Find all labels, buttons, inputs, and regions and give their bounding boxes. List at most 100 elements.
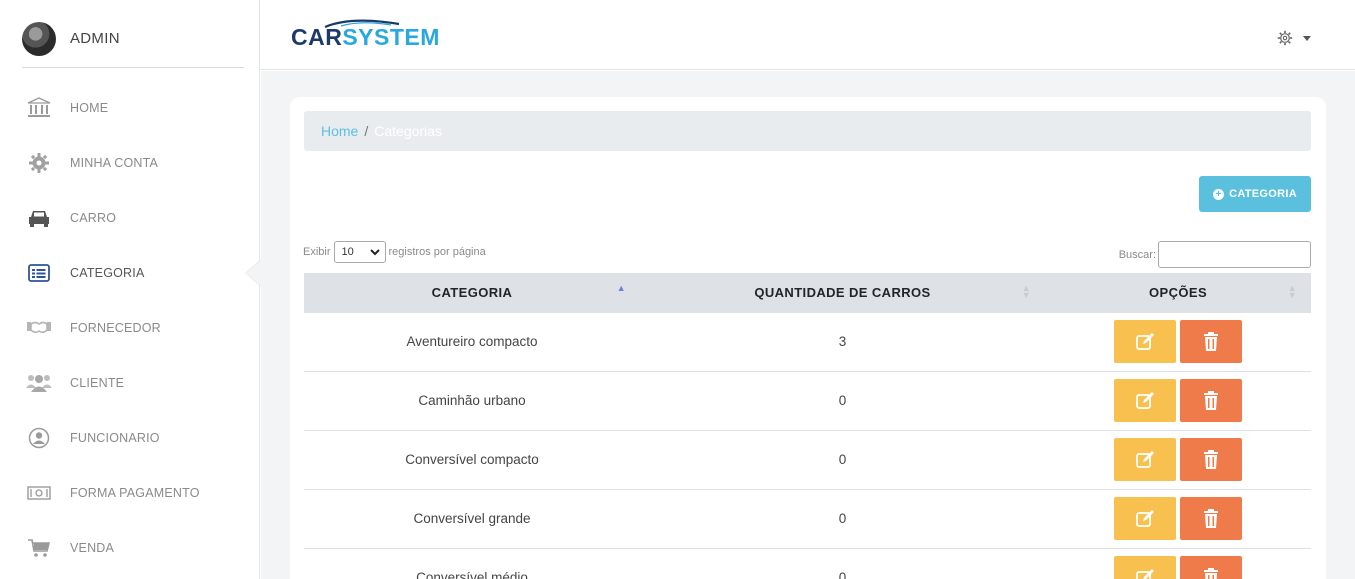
column-header-label: CATEGORIA — [431, 284, 513, 300]
search-input[interactable] — [1158, 241, 1311, 268]
list-icon — [26, 262, 52, 284]
sidebar-menu: HOME MINHA CONTA CARRO CATEGORIA FORNECE… — [0, 80, 261, 575]
sort-asc-icon: ▲ — [616, 283, 626, 293]
edit-icon — [1136, 450, 1154, 468]
sidebar-item-categoria[interactable]: CATEGORIA — [0, 245, 261, 300]
sidebar-item-label: CLIENTE — [70, 375, 125, 390]
cell-categoria: Conversível grande — [304, 488, 640, 548]
delete-button[interactable] — [1180, 320, 1242, 363]
page-length-control: Exibir 10 registros por página — [303, 241, 486, 263]
users-icon — [26, 372, 52, 394]
cell-opcoes — [1045, 429, 1311, 489]
avatar — [22, 22, 56, 56]
cell-opcoes — [1045, 547, 1311, 579]
trash-icon — [1204, 331, 1218, 351]
breadcrumb-separator: / — [364, 123, 369, 139]
length-prefix: Exibir — [303, 246, 331, 258]
breadcrumb-home-link[interactable]: Home — [321, 123, 358, 139]
main-content: Home / Categorias + CATEGORIA Exibir 10 … — [261, 71, 1355, 579]
edit-button[interactable] — [1114, 556, 1176, 579]
cell-quantidade: 0 — [640, 370, 1045, 430]
delete-button[interactable] — [1180, 379, 1242, 422]
add-categoria-label: CATEGORIA — [1229, 188, 1297, 200]
cell-quantidade: 3 — [640, 311, 1045, 371]
cell-categoria: Aventureiro compacto — [304, 311, 640, 371]
sidebar-item-cliente[interactable]: CLIENTE — [0, 355, 260, 410]
car-icon — [26, 207, 52, 229]
add-categoria-button[interactable]: + CATEGORIA — [1199, 176, 1311, 212]
sidebar-item-label: VENDA — [70, 540, 115, 555]
breadcrumb: Home / Categorias — [304, 111, 1311, 151]
sidebar-item-venda[interactable]: VENDA — [0, 520, 260, 575]
sidebar-item-label: FUNCIONARIO — [70, 430, 160, 445]
user-circle-icon — [26, 427, 52, 449]
gear-icon — [26, 152, 52, 174]
sort-both-icon: ▲ ▼ — [1021, 283, 1031, 300]
table-row: Conversível grande 0 — [304, 488, 1311, 548]
sidebar-item-funcionario[interactable]: FUNCIONARIO — [0, 410, 260, 465]
cell-opcoes — [1045, 311, 1311, 371]
sidebar-item-label: FORMA PAGAMENTO — [70, 485, 200, 500]
active-indicator — [245, 259, 261, 287]
edit-button[interactable] — [1114, 497, 1176, 540]
settings-gear-icon — [1277, 30, 1293, 46]
sidebar-item-forma-pagamento[interactable]: FORMA PAGAMENTO — [0, 465, 260, 520]
cell-quantidade: 0 — [640, 547, 1045, 579]
cell-categoria: Conversível médio — [304, 547, 640, 579]
column-header-categoria[interactable]: CATEGORIA ▲ — [304, 273, 640, 312]
logo-text-car: CAR — [291, 24, 343, 50]
delete-button[interactable] — [1180, 497, 1242, 540]
column-header-label: QUANTIDADE DE CARROS — [754, 284, 931, 300]
edit-button[interactable] — [1114, 379, 1176, 422]
logo-text-system: SYSTEM — [342, 24, 440, 50]
sidebar-item-home[interactable]: HOME — [0, 80, 260, 135]
column-header-quantidade[interactable]: QUANTIDADE DE CARROS ▲ ▼ — [640, 273, 1045, 312]
search-control: Buscar: — [1119, 241, 1311, 268]
table-row: Conversível compacto 0 — [304, 429, 1311, 489]
app-logo[interactable]: CARSYSTEM — [291, 24, 440, 51]
cell-categoria: Caminhão urbano — [304, 370, 640, 430]
page-length-value: 10 — [341, 246, 354, 258]
breadcrumb-current: Categorias — [374, 123, 442, 139]
sidebar-item-label: CATEGORIA — [70, 265, 145, 280]
categories-table: CATEGORIA ▲ QUANTIDADE DE CARROS ▲ ▼ OPÇÕ… — [304, 273, 1311, 579]
plus-circle-icon: + — [1213, 188, 1225, 200]
search-label: Buscar: — [1118, 248, 1156, 261]
sidebar-item-carro[interactable]: CARRO — [0, 190, 260, 245]
table-row: Caminhão urbano 0 — [304, 370, 1311, 430]
caret-down-icon — [1303, 35, 1311, 41]
settings-menu[interactable] — [1277, 30, 1311, 46]
edit-icon — [1136, 391, 1154, 409]
sidebar-user[interactable]: ADMIN — [22, 22, 244, 68]
sidebar-item-minha-conta[interactable]: MINHA CONTA — [0, 135, 260, 190]
edit-icon — [1136, 509, 1154, 527]
cell-quantidade: 0 — [640, 429, 1045, 489]
edit-button[interactable] — [1114, 320, 1176, 363]
trash-icon — [1204, 567, 1218, 579]
sort-both-icon: ▲ ▼ — [1287, 283, 1297, 300]
sidebar-item-label: HOME — [70, 100, 109, 115]
sidebar-item-label: CARRO — [70, 210, 117, 225]
sidebar-item-label: FORNECEDOR — [70, 320, 161, 335]
money-icon — [26, 482, 52, 504]
sidebar-item-label: MINHA CONTA — [70, 155, 159, 170]
column-header-opcoes[interactable]: OPÇÕES ▲ ▼ — [1045, 273, 1311, 312]
table-header-row: CATEGORIA ▲ QUANTIDADE DE CARROS ▲ ▼ OPÇÕ… — [304, 273, 1311, 312]
sidebar-item-fornecedor[interactable]: FORNECEDOR — [0, 300, 260, 355]
column-header-label: OPÇÕES — [1148, 284, 1208, 300]
edit-button[interactable] — [1114, 438, 1176, 481]
delete-button[interactable] — [1180, 556, 1242, 579]
bank-icon — [26, 96, 52, 119]
page-length-select[interactable]: 10 — [333, 241, 386, 263]
cell-opcoes — [1045, 488, 1311, 548]
cell-quantidade: 0 — [640, 488, 1045, 548]
cell-opcoes — [1045, 370, 1311, 430]
trash-icon — [1204, 508, 1218, 528]
table-row: Aventureiro compacto 3 — [304, 311, 1311, 371]
delete-button[interactable] — [1180, 438, 1242, 481]
handshake-icon — [26, 317, 52, 339]
sidebar: ADMIN HOME MINHA CONTA CARRO CATEGORIA F… — [0, 0, 261, 579]
user-name: ADMIN — [70, 30, 120, 47]
topbar: CARSYSTEM — [261, 0, 1355, 70]
trash-icon — [1204, 390, 1218, 410]
